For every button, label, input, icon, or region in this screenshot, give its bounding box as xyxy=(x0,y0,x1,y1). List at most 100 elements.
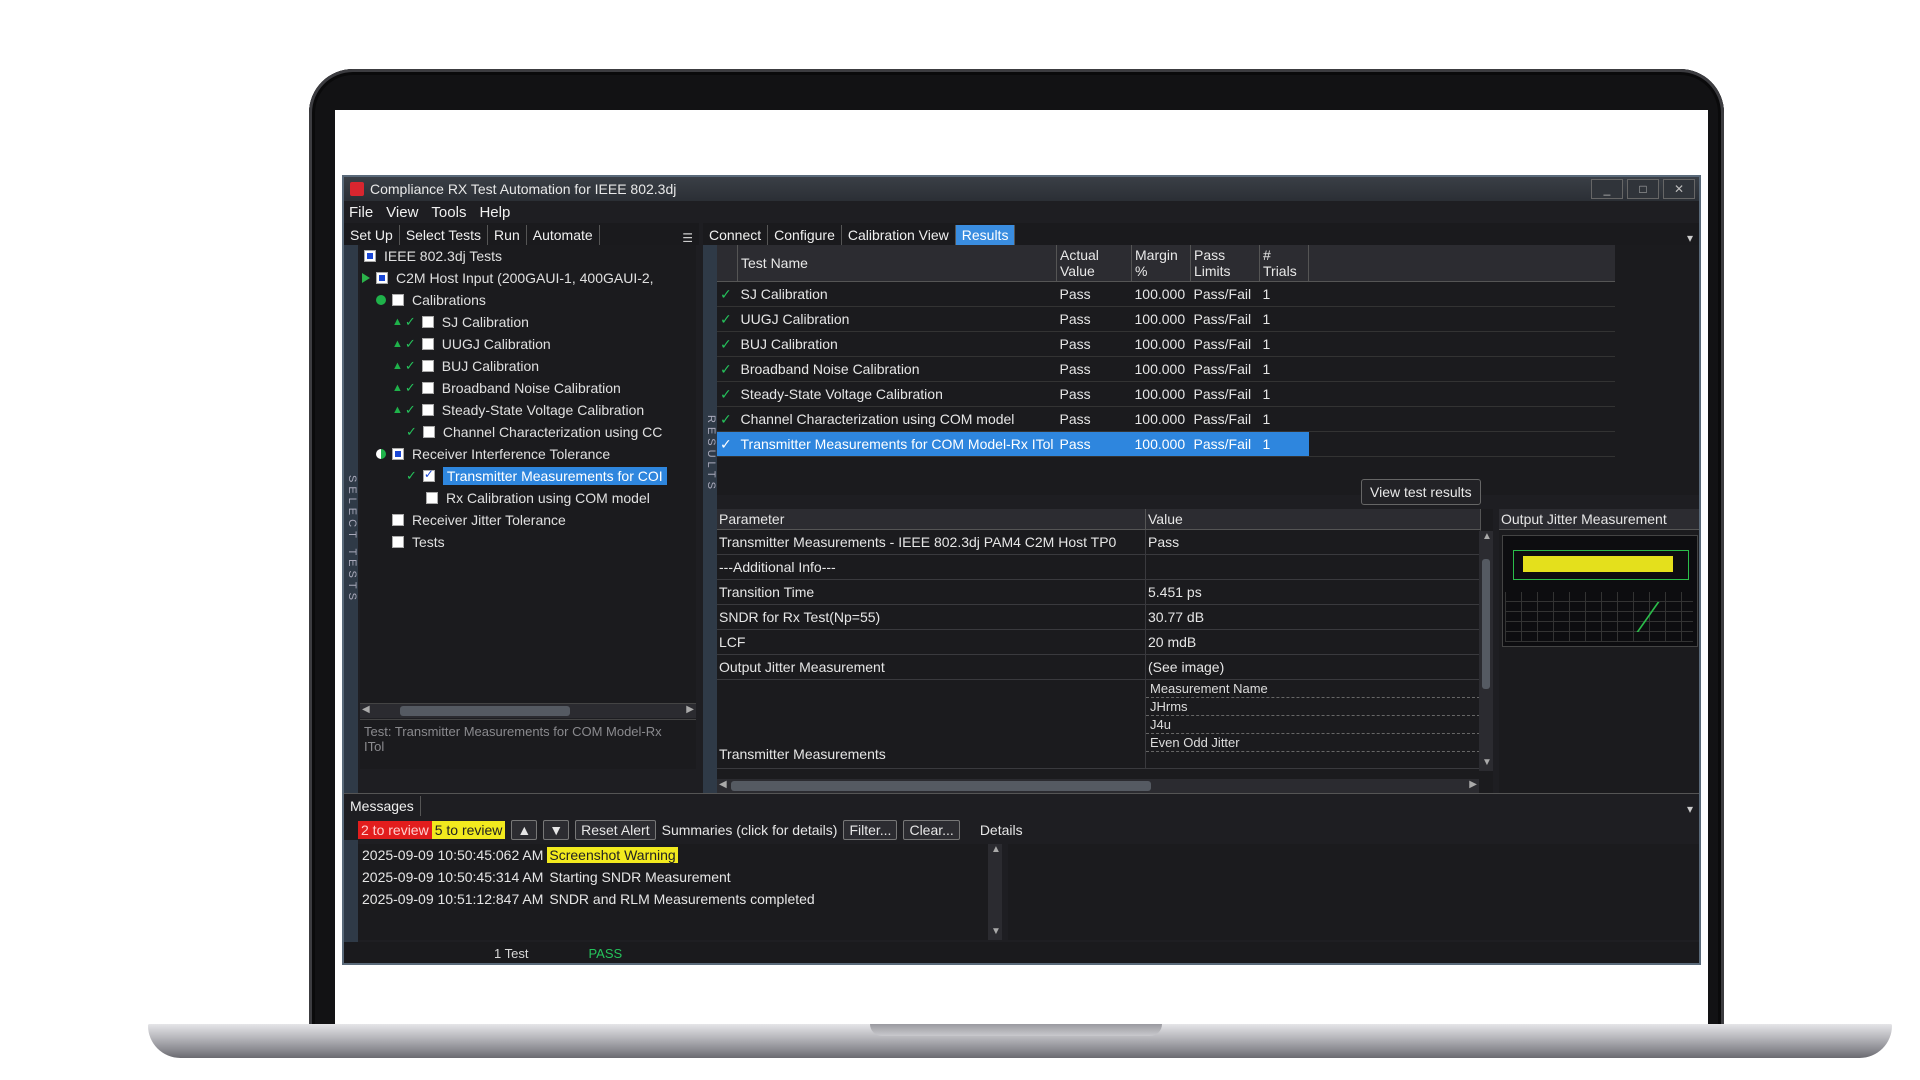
menu-tools[interactable]: Tools xyxy=(426,204,474,221)
table-row[interactable]: ✓ SJ Calibration Pass 100.000 Pass/Fail … xyxy=(717,281,1615,307)
checkbox[interactable] xyxy=(421,404,434,416)
summaries-label[interactable]: Summaries (click for details) xyxy=(662,822,838,838)
scroll-thumb[interactable] xyxy=(400,706,570,716)
tab-messages[interactable]: Messages xyxy=(344,796,421,816)
checkbox[interactable] xyxy=(421,360,434,372)
tree-horizontal-scrollbar[interactable]: ◀ ▶ xyxy=(360,703,696,718)
next-alert-icon[interactable]: ▼ xyxy=(543,820,570,840)
tab-results[interactable]: Results xyxy=(955,225,1016,245)
minimize-button[interactable]: _ xyxy=(1591,179,1623,199)
jitter-screenshot-thumbnail[interactable] xyxy=(1502,535,1699,647)
scroll-down-icon[interactable]: ▼ xyxy=(991,926,1001,937)
tree-item-selected[interactable]: ✓ Transmitter Measurements for COI xyxy=(360,465,696,487)
table-row[interactable]: ✓ Broadband Noise Calibration Pass 100.0… xyxy=(717,356,1615,382)
table-row[interactable]: ✓ Channel Characterization using COM mod… xyxy=(717,406,1615,432)
scroll-right-icon[interactable]: ▶ xyxy=(686,704,694,715)
scroll-right-icon[interactable]: ▶ xyxy=(1469,779,1477,790)
tree-item[interactable]: ▲ ✓ SJ Calibration xyxy=(360,311,696,333)
scroll-up-icon[interactable]: ▲ xyxy=(1482,531,1492,542)
table-row[interactable]: ✓ UUGJ Calibration Pass 100.000 Pass/Fai… xyxy=(717,306,1615,332)
scroll-left-icon[interactable]: ◀ xyxy=(719,779,727,790)
scroll-thumb[interactable] xyxy=(731,781,1151,791)
list-item[interactable]: 2025-09-09 10:50:45:062 AM Screenshot Wa… xyxy=(358,844,988,866)
tree-item[interactable]: ▲ ✓ Broadband Noise Calibration xyxy=(360,377,696,399)
checkbox[interactable] xyxy=(364,250,376,262)
tree-item[interactable]: Calibrations xyxy=(360,289,696,311)
table-row[interactable]: Transition Time 5.451 ps xyxy=(717,579,1481,605)
tree-item[interactable]: ▲ ✓ BUJ Calibration xyxy=(360,355,696,377)
table-row-selected[interactable]: ✓ Transmitter Measurements for COM Model… xyxy=(717,431,1615,457)
tab-overflow-icon[interactable]: ▾ xyxy=(1681,802,1699,816)
checkbox[interactable] xyxy=(392,294,404,306)
details-vertical-scrollbar[interactable]: ▲ ▼ xyxy=(1479,531,1493,771)
tree-item[interactable]: Receiver Jitter Tolerance xyxy=(360,509,696,531)
tree-item[interactable]: Rx Calibration using COM model xyxy=(360,487,696,509)
column-header[interactable]: Actual Value xyxy=(1056,245,1132,282)
table-row[interactable]: LCF 20 mdB xyxy=(717,629,1481,655)
maximize-button[interactable]: □ xyxy=(1627,179,1659,199)
list-item[interactable]: 2025-09-09 10:51:12:847 AM SNDR and RLM … xyxy=(358,888,988,910)
tab-connect[interactable]: Connect xyxy=(703,225,769,245)
details-horizontal-scrollbar[interactable]: ◀ ▶ xyxy=(717,779,1479,793)
checkbox[interactable] xyxy=(392,514,404,526)
view-test-results-button[interactable]: View test results xyxy=(1361,479,1481,505)
table-row-tx-measurements[interactable]: Transmitter Measurements Measurement Nam… xyxy=(717,679,1481,769)
scroll-up-icon[interactable]: ▲ xyxy=(991,844,1001,855)
pass-check-icon: ✓ xyxy=(717,406,738,432)
checkbox[interactable] xyxy=(421,382,434,394)
column-header[interactable]: Margin % xyxy=(1131,245,1191,282)
previous-alert-icon[interactable]: ▲ xyxy=(511,820,538,840)
checkbox[interactable] xyxy=(392,448,404,460)
menu-help[interactable]: Help xyxy=(474,204,518,221)
column-header[interactable]: Value xyxy=(1145,509,1481,530)
table-row[interactable]: ✓ Steady-State Voltage Calibration Pass … xyxy=(717,381,1615,407)
tab-set-up[interactable]: Set Up xyxy=(344,225,400,245)
table-row[interactable]: SNDR for Rx Test(Np=55) 30.77 dB xyxy=(717,604,1481,630)
tree-item[interactable]: Tests xyxy=(360,531,696,553)
tree-item[interactable]: IEEE 802.3dj Tests xyxy=(360,245,696,267)
table-row[interactable]: Transmitter Measurements - IEEE 802.3dj … xyxy=(717,529,1481,555)
clear-button[interactable]: Clear... xyxy=(903,820,960,840)
tree-item[interactable]: Receiver Interference Tolerance xyxy=(360,443,696,465)
expand-icon[interactable] xyxy=(362,273,370,283)
table-row[interactable]: ---Additional Info--- xyxy=(717,554,1481,580)
checkbox[interactable] xyxy=(392,536,404,548)
scroll-down-icon[interactable]: ▼ xyxy=(1482,757,1492,768)
review-badge-yellow[interactable]: 5 to review xyxy=(431,821,506,839)
column-header[interactable]: Test Name xyxy=(737,245,1057,282)
checkbox[interactable] xyxy=(422,426,435,438)
filter-button[interactable]: Filter... xyxy=(843,820,898,840)
tab-configure[interactable]: Configure xyxy=(768,225,842,245)
tab-calibration-view[interactable]: Calibration View xyxy=(842,225,956,245)
checkbox[interactable] xyxy=(376,272,388,284)
tab-select-tests[interactable]: Select Tests xyxy=(400,225,489,245)
menu-view[interactable]: View xyxy=(381,204,426,221)
tab-automate[interactable]: Automate xyxy=(527,225,600,245)
scroll-left-icon[interactable]: ◀ xyxy=(362,704,370,715)
tab-overflow-icon[interactable]: ☰ xyxy=(676,231,699,245)
scroll-thumb[interactable] xyxy=(1482,559,1490,689)
checkbox[interactable] xyxy=(421,338,434,350)
pass-check-icon: ✓ xyxy=(717,381,738,407)
column-header[interactable]: # Trials xyxy=(1259,245,1309,282)
column-header[interactable]: Pass Limits xyxy=(1190,245,1260,282)
tree-item[interactable]: ✓ Channel Characterization using CC xyxy=(360,421,696,443)
tree-item[interactable]: C2M Host Input (200GAUI-1, 400GAUI-2, xyxy=(360,267,696,289)
tab-overflow-icon[interactable]: ▾ xyxy=(1681,231,1699,245)
tab-run[interactable]: Run xyxy=(488,225,527,245)
checkbox[interactable] xyxy=(421,316,434,328)
tree-item[interactable]: ▲ ✓ Steady-State Voltage Calibration xyxy=(360,399,696,421)
reset-alert-button[interactable]: Reset Alert xyxy=(575,820,656,840)
tree-item[interactable]: ▲ ✓ UUGJ Calibration xyxy=(360,333,696,355)
column-header[interactable]: Parameter xyxy=(717,509,1146,530)
right-panel: Connect Configure Calibration View Resul… xyxy=(703,223,1699,793)
checkbox[interactable] xyxy=(422,467,435,482)
review-badge-red[interactable]: 2 to review xyxy=(358,821,432,839)
close-button[interactable]: ✕ xyxy=(1663,179,1695,199)
checkbox[interactable] xyxy=(426,492,438,504)
table-row[interactable]: Output Jitter Measurement (See image) xyxy=(717,654,1481,680)
table-row[interactable]: ✓ BUJ Calibration Pass 100.000 Pass/Fail… xyxy=(717,331,1615,357)
message-log-scrollbar[interactable]: ▲ ▼ xyxy=(988,844,1002,940)
list-item[interactable]: 2025-09-09 10:50:45:314 AM Starting SNDR… xyxy=(358,866,988,888)
menu-file[interactable]: File xyxy=(344,204,381,221)
